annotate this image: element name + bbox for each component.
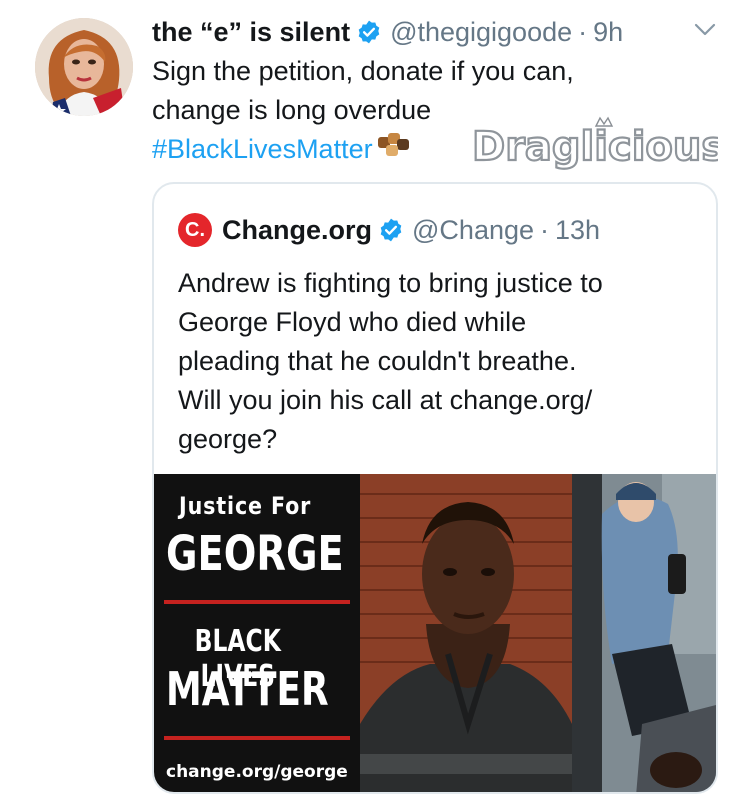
poster-line-justice: Justice For: [179, 492, 312, 520]
justice-poster-image: Justice For GEORGE BLACK LIVES MATTER ch…: [154, 474, 360, 792]
hashtag-link[interactable]: #BlackLivesMatter: [152, 134, 373, 164]
chevron-down-icon[interactable]: [693, 22, 717, 43]
quoted-handle[interactable]: @Change: [412, 215, 534, 246]
watermark-text: Draglicious: [472, 124, 718, 170]
quoted-text-line: pleading that he couldn't breathe.: [178, 346, 577, 376]
poster-url: change.org/george: [166, 762, 348, 782]
quoted-timestamp[interactable]: 13h: [555, 215, 600, 246]
tweet-text-line: Sign the petition, donate if you can,: [152, 56, 574, 86]
arrest-photo: [572, 474, 716, 792]
tweet-header: the “e” is silent @thegigigoode · 9h: [152, 12, 623, 52]
verified-badge-icon: [356, 19, 382, 45]
poster-divider: [164, 736, 350, 740]
display-name[interactable]: the “e” is silent: [152, 17, 350, 48]
portrait-photo: [360, 474, 572, 792]
verified-badge-icon: [378, 217, 404, 243]
poster-line-george: GEORGE: [166, 526, 344, 582]
quoted-text-line: Andrew is fighting to bring justice to: [178, 268, 603, 298]
poster-line-matter: MATTER: [166, 662, 329, 716]
quoted-tweet-text: Andrew is fighting to bring justice to G…: [178, 264, 698, 459]
quoted-tweet-header: C. Change.org @Change · 13h: [178, 212, 600, 248]
quoted-tweet[interactable]: C. Change.org @Change · 13h Andrew is fi…: [152, 182, 718, 794]
quoted-tweet-media[interactable]: Justice For GEORGE BLACK LIVES MATTER ch…: [154, 474, 716, 792]
quoted-text-line: Will you join his call at change.org/: [178, 385, 593, 415]
quoted-display-name[interactable]: Change.org: [222, 215, 372, 246]
quoted-text-line: george?: [178, 424, 278, 454]
separator-dot: ·: [578, 16, 588, 47]
poster-divider: [164, 600, 350, 604]
raised-fist-emoji-icon: [375, 131, 411, 170]
handle[interactable]: @thegigigoode: [390, 17, 572, 48]
avatar[interactable]: [35, 18, 133, 116]
avatar-image: [35, 18, 133, 116]
change-org-logo-icon: C.: [178, 213, 212, 247]
draglicious-watermark: Draglicious: [468, 108, 726, 178]
quoted-text-line: George Floyd who died while: [178, 307, 527, 337]
timestamp[interactable]: 9h: [593, 17, 623, 48]
separator-dot: ·: [540, 214, 550, 245]
tweet: the “e” is silent @thegigigoode · 9h Sig…: [0, 0, 750, 810]
